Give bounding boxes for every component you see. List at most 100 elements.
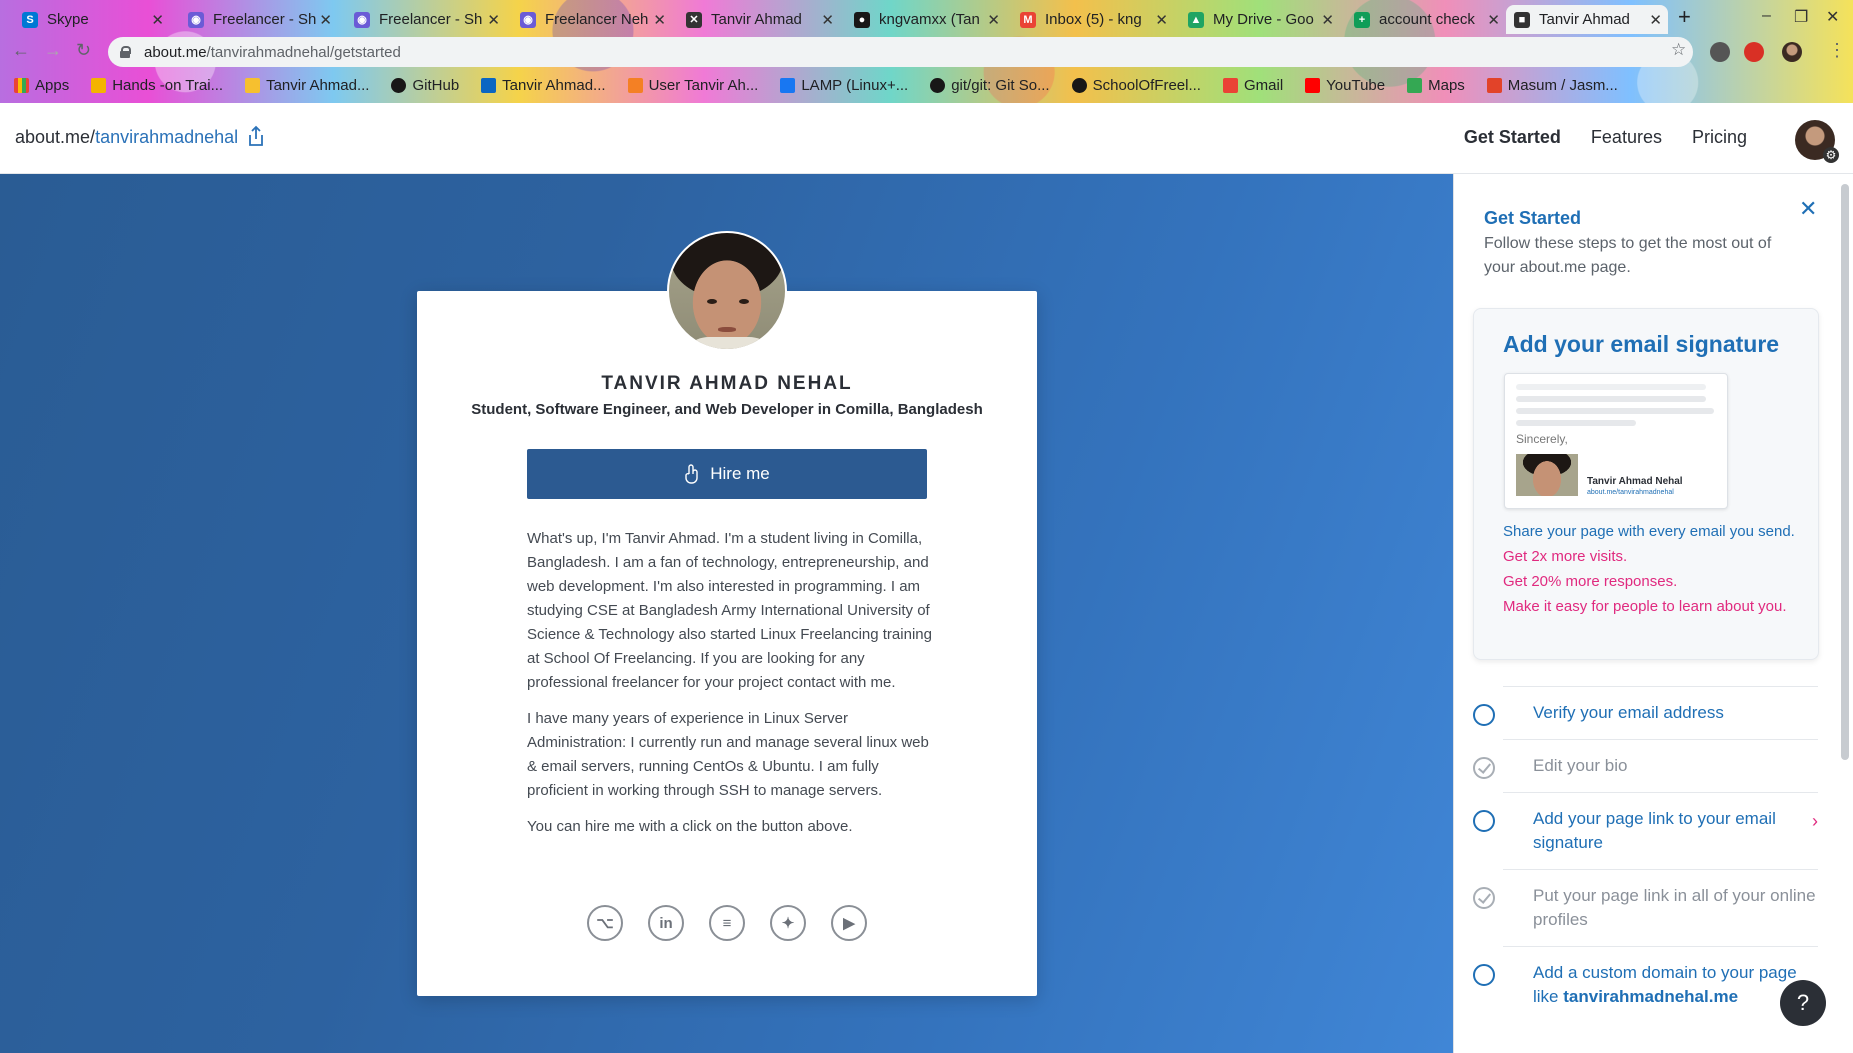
panel-scrollbar[interactable] bbox=[1841, 184, 1849, 760]
profile-photo bbox=[667, 231, 787, 351]
bookmark-apps[interactable]: Apps bbox=[14, 77, 69, 94]
bookmark-gitlab[interactable]: Masum / Jasm... bbox=[1486, 76, 1618, 94]
freelancer-icon: ◉ bbox=[354, 11, 370, 28]
tab-tanvir-active[interactable]: ■ Tanvir Ahmad ✕ bbox=[1506, 5, 1668, 34]
address-bar[interactable]: about.me/tanvirahmadnehal/getstarted bbox=[108, 37, 1693, 67]
close-icon[interactable]: ✕ bbox=[487, 11, 500, 29]
step-verify-email[interactable]: Verify your email address bbox=[1473, 686, 1818, 739]
bookmark-star-icon[interactable]: ☆ bbox=[1671, 40, 1686, 60]
page-url-link[interactable]: about.me/tanvirahmadnehal bbox=[15, 127, 238, 148]
tab-label: account check bbox=[1379, 11, 1475, 28]
freelancer-icon: ◉ bbox=[188, 11, 204, 28]
tab-github[interactable]: ● kngvamxx (Tan ✕ bbox=[846, 5, 1006, 34]
close-icon[interactable]: ✕ bbox=[1321, 11, 1334, 29]
github-icon[interactable]: ⌥ bbox=[587, 905, 623, 941]
signature-preview: Sincerely, Tanvir Ahmad Nehal about.me/t… bbox=[1504, 373, 1728, 509]
close-icon[interactable]: ✕ bbox=[1799, 196, 1817, 222]
step-email-signature[interactable]: Add your page link to your email signatu… bbox=[1473, 792, 1818, 869]
bookmark-git[interactable]: git/git: Git So... bbox=[930, 77, 1050, 94]
linkedin-icon[interactable]: in bbox=[648, 905, 684, 941]
extension-badge-icon[interactable] bbox=[1744, 42, 1764, 62]
check-circle-icon bbox=[1473, 757, 1495, 779]
close-icon[interactable]: ✕ bbox=[987, 11, 1000, 29]
gear-icon[interactable]: ⚙ bbox=[1823, 147, 1839, 163]
profile-background: TANVIR AHMAD NEHAL Student, Software Eng… bbox=[0, 174, 1453, 1053]
lock-icon[interactable] bbox=[120, 46, 131, 58]
help-button[interactable]: ? bbox=[1780, 980, 1826, 1026]
site-header: about.me/tanvirahmadnehal Get Started Fe… bbox=[0, 103, 1853, 174]
close-icon[interactable]: ✕ bbox=[319, 11, 332, 29]
forward-icon[interactable]: → bbox=[44, 40, 62, 61]
extension-icon[interactable] bbox=[1710, 42, 1730, 62]
new-tab-button[interactable]: + bbox=[1678, 4, 1691, 30]
tab-gmail[interactable]: M Inbox (5) - kng ✕ bbox=[1012, 5, 1174, 34]
browser-toolbar: ← → ↻ about.me/tanvirahmadnehal/getstart… bbox=[0, 34, 1853, 70]
twitter-icon[interactable]: ✦ bbox=[770, 905, 806, 941]
stackoverflow-icon bbox=[627, 77, 643, 93]
bookmark-youtube[interactable]: YouTube bbox=[1305, 77, 1385, 94]
bookmark-maps[interactable]: Maps bbox=[1407, 77, 1465, 94]
share-icon[interactable] bbox=[246, 125, 266, 147]
tab-tanvir-1[interactable]: ✕ Tanvir Ahmad ✕ bbox=[678, 5, 840, 34]
close-icon[interactable]: ✕ bbox=[1487, 11, 1500, 29]
panel-description: Follow these steps to get the most out o… bbox=[1484, 235, 1772, 276]
github-icon: ● bbox=[854, 11, 870, 28]
nav-features[interactable]: Features bbox=[1591, 127, 1662, 148]
photo-shirt bbox=[679, 337, 779, 349]
close-icon[interactable]: ✕ bbox=[1649, 11, 1662, 29]
minimize-icon[interactable]: – bbox=[1762, 7, 1771, 25]
tab-drive[interactable]: ▲ My Drive - Goo ✕ bbox=[1180, 5, 1340, 34]
step-label: Put your page link in all of your online… bbox=[1533, 886, 1816, 929]
bookmark-tanvir-1[interactable]: Tanvir Ahmad... bbox=[245, 77, 369, 94]
bookmark-linkedin[interactable]: Tanvir Ahmad... bbox=[481, 77, 606, 94]
profile-avatar-icon[interactable] bbox=[1782, 42, 1802, 62]
menu-icon[interactable]: ⋮ bbox=[1828, 40, 1846, 61]
nav-pricing[interactable]: Pricing bbox=[1692, 127, 1747, 148]
bookmark-hands-on[interactable]: Hands -on Trai... bbox=[91, 77, 223, 94]
step-custom-domain[interactable]: Add a custom domain to your page like ta… bbox=[1473, 946, 1818, 1023]
steps-list: Verify your email address Edit your bio … bbox=[1473, 686, 1818, 1023]
account-avatar[interactable]: ⚙ bbox=[1795, 120, 1839, 163]
tab-label: My Drive - Goo bbox=[1213, 11, 1314, 28]
reload-icon[interactable]: ↻ bbox=[76, 40, 91, 61]
github-icon bbox=[930, 77, 946, 93]
close-icon[interactable]: ✕ bbox=[151, 11, 164, 29]
placeholder-line bbox=[1516, 396, 1706, 402]
close-icon[interactable]: ✕ bbox=[821, 11, 834, 29]
window-close-icon[interactable]: ✕ bbox=[1826, 7, 1839, 27]
back-icon[interactable]: ← bbox=[12, 40, 30, 61]
tab-freelancer-1[interactable]: ◉ Freelancer - Sh ✕ bbox=[180, 5, 338, 34]
bookmark-label: Hands -on Trai... bbox=[112, 76, 224, 94]
panel-title: Get Started bbox=[1484, 208, 1582, 228]
step-online-profiles[interactable]: Put your page link in all of your online… bbox=[1473, 869, 1818, 946]
bookmark-stackoverflow[interactable]: User Tanvir Ah... bbox=[627, 77, 758, 94]
bookmark-gmail[interactable]: Gmail bbox=[1222, 77, 1283, 94]
bookmark-lamp[interactable]: LAMP (Linux+... bbox=[780, 77, 908, 94]
url-username: tanvirahmadnehal bbox=[95, 127, 239, 147]
bio-paragraph: You can hire me with a click on the butt… bbox=[527, 818, 853, 835]
hire-me-label: Hire me bbox=[710, 464, 770, 483]
close-icon[interactable]: ✕ bbox=[1155, 11, 1168, 29]
bookmark-github[interactable]: GitHub bbox=[391, 77, 459, 94]
tab-freelancer-2[interactable]: ◉ Freelancer - Sh ✕ bbox=[346, 5, 506, 34]
youtube-icon[interactable]: ▶ bbox=[831, 905, 867, 941]
step-edit-bio[interactable]: Edit your bio bbox=[1473, 739, 1818, 792]
signature-photo bbox=[1516, 454, 1578, 496]
close-icon[interactable]: ✕ bbox=[653, 11, 666, 29]
signature-benefits: Share your page with every email you sen… bbox=[1503, 519, 1813, 619]
bookmark-label: Masum / Jasm... bbox=[1507, 76, 1618, 94]
bookmark-schooloffreelancing[interactable]: SchoolOfFreel... bbox=[1071, 77, 1201, 94]
tab-label: kngvamxx (Tan bbox=[879, 11, 980, 28]
nav-get-started[interactable]: Get Started bbox=[1464, 127, 1561, 148]
tab-sheets[interactable]: + account check ✕ bbox=[1346, 5, 1506, 34]
site-nav: Get Started Features Pricing bbox=[1464, 127, 1803, 148]
tab-skype[interactable]: S Skype ✕ bbox=[14, 5, 170, 34]
restore-icon[interactable]: ❐ bbox=[1794, 7, 1808, 27]
tab-freelancer-3[interactable]: ◉ Freelancer Neh ✕ bbox=[512, 5, 672, 34]
hire-me-button[interactable]: Hire me bbox=[527, 449, 927, 499]
bookmark-label: LAMP (Linux+... bbox=[801, 76, 909, 94]
email-signature-card[interactable]: Add your email signature Sincerely, Tanv… bbox=[1473, 308, 1819, 660]
profile-bio: What's up, I'm Tanvir Ahmad. I'm a stude… bbox=[527, 527, 937, 851]
placeholder-line bbox=[1516, 408, 1714, 414]
stackoverflow-icon[interactable]: ≡ bbox=[709, 905, 745, 941]
